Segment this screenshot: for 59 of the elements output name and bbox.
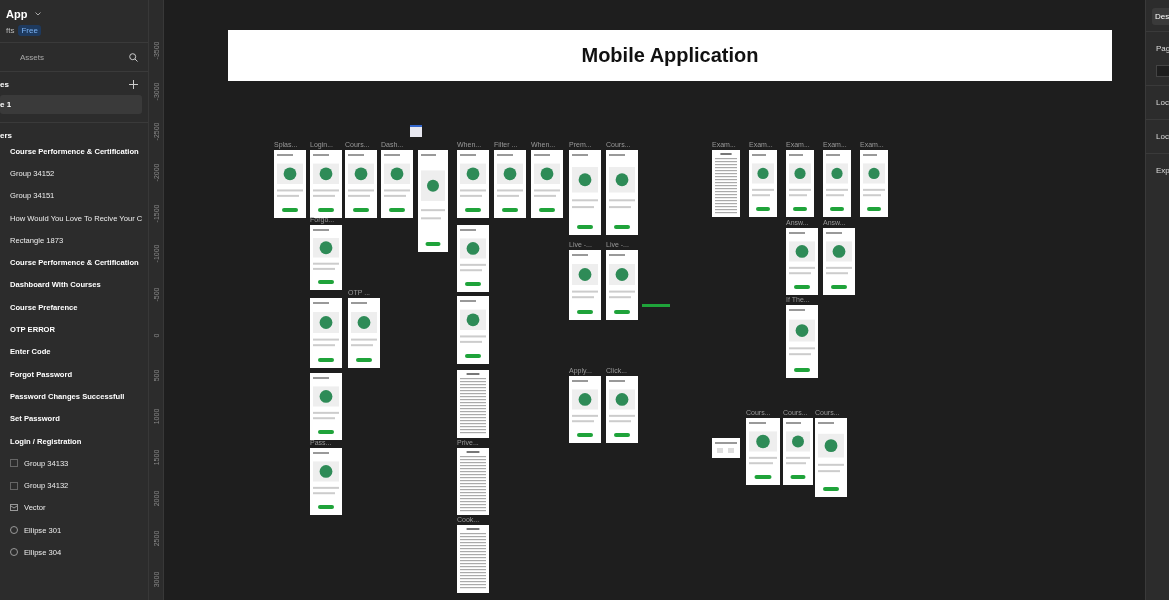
layers-heading: ers: [0, 131, 12, 140]
screen-thumbnail[interactable]: [531, 150, 563, 218]
screen-thumbnail[interactable]: [310, 225, 342, 290]
search-icon[interactable]: [129, 52, 138, 62]
screen-thumbnail[interactable]: [712, 438, 740, 458]
plan-badge: Free: [18, 25, 41, 36]
screen-thumbnail[interactable]: [381, 150, 413, 218]
chevron-down-icon[interactable]: [35, 12, 42, 16]
vector-icon: [10, 504, 18, 512]
screen-thumbnail[interactable]: [274, 150, 306, 218]
small-frame: [642, 304, 670, 307]
plus-icon[interactable]: [129, 80, 138, 89]
screen-thumbnail[interactable]: [786, 228, 818, 295]
screen-thumbnail[interactable]: [310, 373, 342, 440]
component-thumbnail: [410, 125, 422, 137]
screen-thumbnail[interactable]: [457, 225, 489, 292]
screen-thumbnail[interactable]: [712, 150, 740, 217]
screen-thumbnail[interactable]: [457, 370, 489, 438]
screen-thumbnail[interactable]: [457, 296, 489, 364]
screen-thumbnail[interactable]: [310, 298, 342, 368]
screen-thumbnail[interactable]: [749, 150, 777, 217]
section-heading: Loc: [1146, 119, 1169, 153]
screen-thumbnail[interactable]: [606, 150, 638, 235]
screen-thumbnail[interactable]: [815, 418, 847, 497]
screen-thumbnail[interactable]: [746, 418, 780, 485]
design-tab[interactable]: Des: [1152, 8, 1169, 25]
screen-thumbnail[interactable]: [569, 150, 601, 235]
screen-thumbnail[interactable]: [310, 150, 342, 218]
screen-thumbnail[interactable]: [457, 150, 489, 218]
screen-thumbnail[interactable]: [494, 150, 526, 218]
screen-thumbnail[interactable]: [783, 418, 813, 485]
screen-thumbnail[interactable]: [823, 228, 855, 295]
screen-thumbnail[interactable]: [786, 305, 818, 378]
file-name[interactable]: App: [6, 8, 28, 20]
team-name: fts: [6, 26, 15, 35]
page-item[interactable]: e 1: [0, 95, 142, 114]
pages-heading: es: [0, 80, 9, 89]
ellipse-icon: [10, 526, 18, 535]
screen-thumbnail[interactable]: [345, 150, 377, 218]
screen-thumbnail[interactable]: [606, 250, 638, 320]
color-swatch[interactable]: [1156, 65, 1169, 77]
frame-icon: [10, 481, 18, 490]
screen-thumbnail[interactable]: [606, 376, 638, 443]
screen-thumbnail[interactable]: [348, 298, 380, 368]
section-heading: Exp: [1146, 153, 1169, 187]
screen-thumbnail[interactable]: [569, 250, 601, 320]
screen-thumbnail[interactable]: [860, 150, 888, 217]
ellipse-icon: [10, 548, 18, 557]
assets-tab[interactable]: Assets: [0, 48, 50, 66]
screen-thumbnail[interactable]: [418, 150, 448, 252]
screen-thumbnail[interactable]: [457, 525, 489, 593]
screen-thumbnail[interactable]: [823, 150, 851, 217]
screen-thumbnail[interactable]: [786, 150, 814, 217]
screen-thumbnail[interactable]: [310, 448, 342, 515]
screen-thumbnail[interactable]: [457, 448, 489, 515]
frame-icon: [10, 459, 18, 468]
section-heading: Loc: [1146, 85, 1169, 119]
screen-thumbnail[interactable]: [569, 376, 601, 443]
canvas-title: Mobile Application: [228, 30, 1112, 81]
